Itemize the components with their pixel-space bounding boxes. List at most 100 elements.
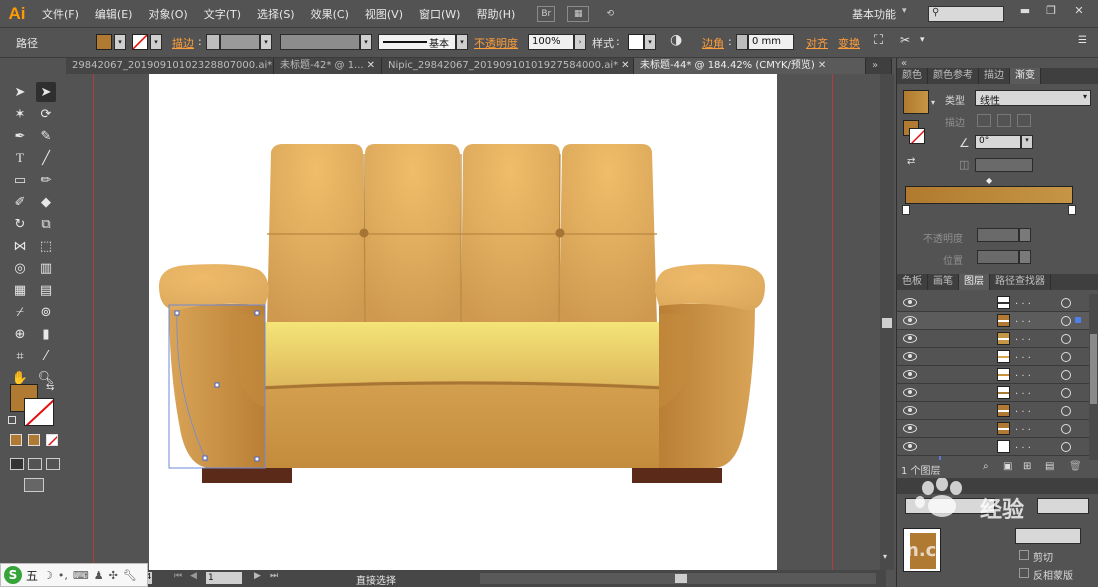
- menu-view[interactable]: 视图(V): [357, 6, 411, 22]
- stroke-color-box[interactable]: [24, 398, 54, 426]
- layer-row[interactable]: . . .: [897, 402, 1089, 420]
- minimize-button[interactable]: ▬: [1014, 4, 1036, 18]
- layer-name[interactable]: . . .: [1015, 368, 1031, 379]
- menu-effect[interactable]: 效果(C): [303, 6, 357, 22]
- recolor-icon[interactable]: ◑: [670, 32, 682, 48]
- transparency-opacity-input[interactable]: [1037, 498, 1089, 514]
- brush-dropdown[interactable]: ▾: [456, 34, 468, 50]
- next-page-icon[interactable]: ▶: [254, 571, 261, 581]
- stroke-dropdown[interactable]: ▾: [150, 34, 162, 50]
- layer-name[interactable]: . . .: [1015, 350, 1031, 361]
- eye-icon[interactable]: [903, 370, 917, 379]
- scroll-thumb[interactable]: [882, 318, 892, 328]
- eye-icon[interactable]: [903, 298, 917, 307]
- draw-normal-icon[interactable]: [10, 458, 24, 470]
- close-icon[interactable]: ✕: [367, 60, 375, 71]
- stroke-weight-stepper[interactable]: [206, 34, 220, 50]
- new-layer-icon[interactable]: ▤: [1045, 461, 1054, 472]
- fill-swatch[interactable]: [96, 34, 112, 50]
- keyboard-icon[interactable]: ⌨: [73, 569, 89, 582]
- shape-builder-tool-icon[interactable]: ◎: [10, 258, 30, 278]
- perspective-grid-tool-icon[interactable]: ▥: [36, 258, 56, 278]
- ime-toolbar[interactable]: S 五 ☽ •, ⌨ ♟ ✣ 🔧︎: [0, 563, 148, 587]
- ime-mode-label[interactable]: 五: [26, 567, 38, 584]
- menu-select[interactable]: 选择(S): [249, 6, 303, 22]
- direct-selection-tool-icon[interactable]: ➤: [36, 82, 56, 102]
- stroke-swatch[interactable]: [132, 34, 148, 50]
- fill-dropdown[interactable]: ▾: [114, 34, 126, 50]
- tab-gradient[interactable]: 渐变: [1010, 68, 1041, 84]
- stroke-gradient-within-icon[interactable]: [977, 114, 991, 127]
- menu-window[interactable]: 窗口(W): [411, 6, 468, 22]
- target-icon[interactable]: [1061, 406, 1071, 416]
- artboard[interactable]: [149, 74, 777, 570]
- ungroup-icon[interactable]: ✂: [900, 33, 910, 47]
- menu-file[interactable]: 文件(F): [34, 6, 87, 22]
- eye-icon[interactable]: [903, 316, 917, 325]
- eraser-tool-icon[interactable]: ◆: [36, 192, 56, 212]
- free-transform-tool-icon[interactable]: ⬚: [36, 236, 56, 256]
- layer-name[interactable]: . . .: [1015, 332, 1031, 343]
- sofa-illustration[interactable]: [149, 74, 777, 570]
- layer-name[interactable]: . . .: [1015, 404, 1031, 415]
- gradient-stop-right[interactable]: [1068, 205, 1076, 215]
- gradient-type-select[interactable]: 线性 ▾: [975, 90, 1091, 107]
- width-tool-icon[interactable]: ⋈: [10, 236, 30, 256]
- eye-icon[interactable]: [903, 442, 917, 451]
- target-icon[interactable]: [1061, 298, 1071, 308]
- pen-tool-icon[interactable]: ✒: [10, 126, 30, 146]
- sofa-arm-left-top[interactable]: [159, 264, 269, 310]
- menu-help[interactable]: 帮助(H): [468, 6, 523, 22]
- layers-scrollbar[interactable]: [1089, 294, 1098, 460]
- eye-icon[interactable]: [903, 334, 917, 343]
- sofa-arm-right-top[interactable]: [655, 264, 765, 310]
- layer-row[interactable]: . . .: [897, 348, 1089, 366]
- doc-tab-2[interactable]: 未标题-42* @ 1... ✕: [274, 58, 382, 74]
- target-icon[interactable]: [1061, 316, 1071, 326]
- angle-input[interactable]: 0°: [975, 135, 1021, 149]
- layer-row[interactable]: . . .: [897, 420, 1089, 438]
- stroke-gradient-along-icon[interactable]: [997, 114, 1011, 127]
- delete-layer-icon[interactable]: 🗑︎: [1069, 461, 1082, 472]
- stroke-label[interactable]: 描边: [172, 35, 194, 51]
- eye-icon[interactable]: [903, 424, 917, 433]
- layers-scroll-thumb[interactable]: [1090, 334, 1097, 404]
- align-link[interactable]: 对齐: [806, 35, 828, 51]
- magic-wand-tool-icon[interactable]: ✶: [10, 104, 30, 124]
- layer-row[interactable]: . . .: [897, 366, 1089, 384]
- layer-name[interactable]: . . .: [1015, 314, 1031, 325]
- eye-icon[interactable]: [903, 406, 917, 415]
- target-icon[interactable]: [1061, 388, 1071, 398]
- transparency-mode-select[interactable]: [905, 498, 995, 514]
- variable-width-dropdown[interactable]: ▾: [360, 34, 372, 50]
- chevron-down-icon[interactable]: ▾: [920, 35, 925, 45]
- line-tool-icon[interactable]: ╱: [36, 148, 56, 168]
- stop-position-input[interactable]: [977, 250, 1019, 264]
- variable-width-profile[interactable]: [280, 34, 360, 50]
- corner-stepper[interactable]: [736, 34, 748, 50]
- stroke-weight-dropdown[interactable]: ▾: [260, 34, 272, 50]
- eye-icon[interactable]: [903, 388, 917, 397]
- angle-dropdown[interactable]: ▾: [1021, 135, 1033, 149]
- aspect-ratio-input[interactable]: [975, 158, 1033, 172]
- gradient-slider[interactable]: [905, 186, 1073, 204]
- sofa-seat-base[interactable]: [261, 381, 663, 468]
- selected-art-indicator[interactable]: [1075, 317, 1081, 323]
- rotate-tool-icon[interactable]: ↻: [10, 214, 30, 234]
- tab-layers[interactable]: 图层: [959, 274, 990, 290]
- skin-icon[interactable]: ♟: [94, 569, 104, 582]
- target-icon[interactable]: [1061, 442, 1071, 452]
- sogou-logo-icon[interactable]: S: [4, 566, 22, 584]
- layer-row[interactable]: . . .: [897, 294, 1089, 312]
- punctuation-icon[interactable]: •,: [58, 569, 68, 582]
- column-graph-tool-icon[interactable]: ▮: [36, 324, 56, 344]
- layer-row[interactable]: . . .: [897, 312, 1089, 330]
- chevron-down-icon[interactable]: ▾: [931, 98, 935, 107]
- settings-icon[interactable]: ✣: [109, 569, 118, 582]
- make-mask-button[interactable]: [1015, 528, 1081, 544]
- corner-label[interactable]: 边角: [702, 35, 724, 51]
- brush-definition[interactable]: 基本: [378, 34, 456, 50]
- first-page-icon[interactable]: ⏮: [174, 571, 182, 581]
- close-button[interactable]: ✕: [1068, 4, 1090, 18]
- doc-tab-3[interactable]: Nipic_29842067_20190910101927584000.ai* ✕: [382, 58, 634, 74]
